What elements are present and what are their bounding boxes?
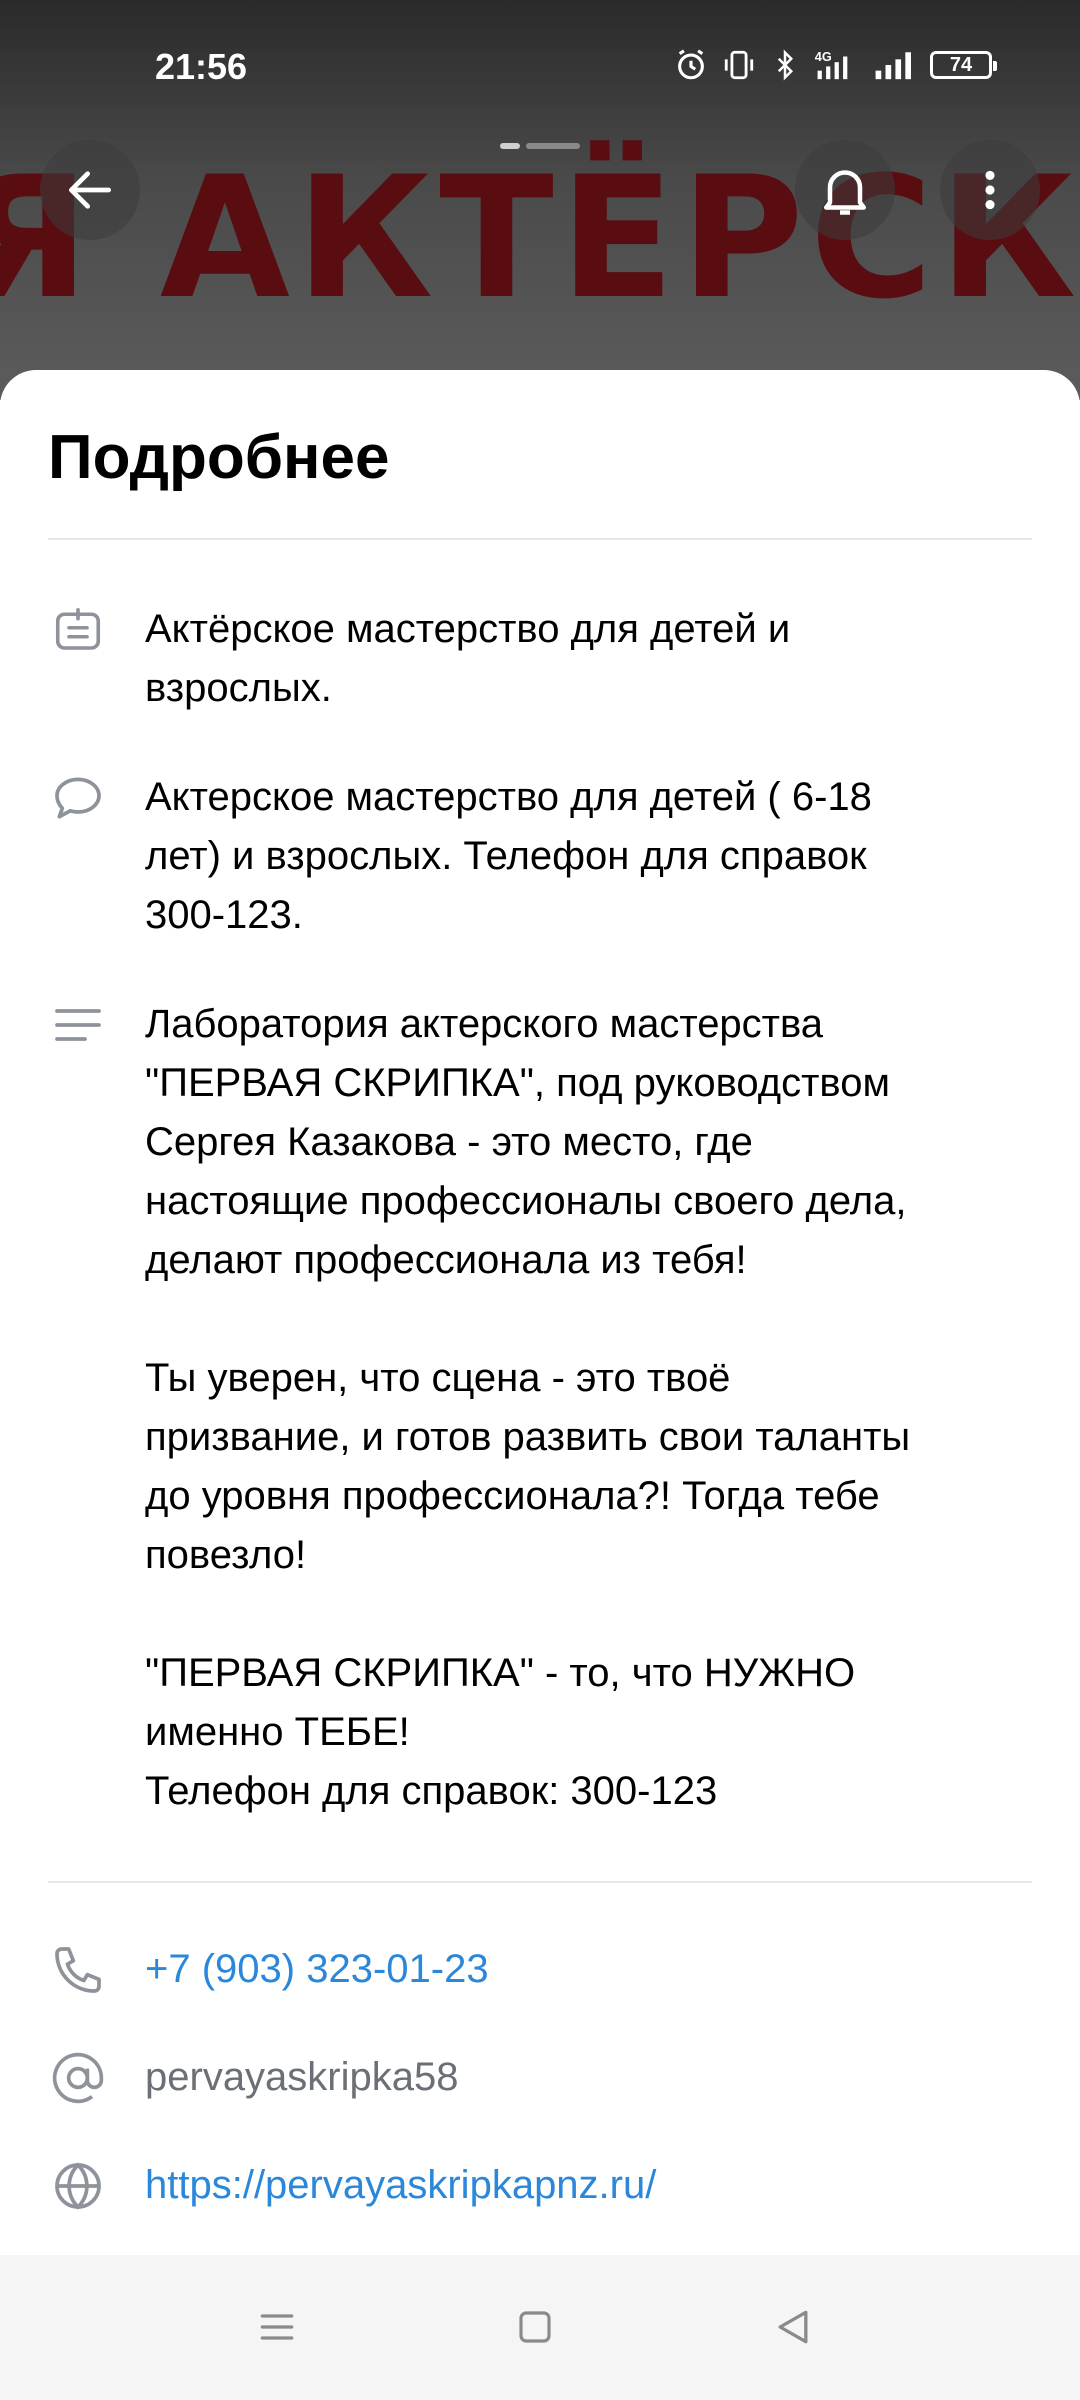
- sheet-title: Подробнее: [48, 423, 390, 492]
- at-sign-icon: [48, 2048, 108, 2108]
- website-link[interactable]: https://pervayaskripkapnz.ru/: [145, 2156, 1045, 2215]
- more-button[interactable]: [940, 140, 1040, 240]
- battery-icon: 74: [930, 51, 997, 79]
- details-sheet: Подробнее Актёрское мастерство для детей…: [0, 370, 1080, 2400]
- home-button[interactable]: [505, 2297, 565, 2357]
- status-bar: 21:56 4G 74: [0, 0, 1080, 130]
- triangle-back-icon: [778, 2310, 808, 2344]
- more-vertical-icon: [985, 170, 995, 210]
- cover-text: Я АКТЁРСКО: [0, 140, 1080, 336]
- signal-icon: [872, 48, 916, 82]
- system-navigation-bar: [0, 2255, 1080, 2400]
- status-icons: 4G 74: [674, 48, 997, 82]
- description-text: Лаборатория актерского мастерства "ПЕРВА…: [145, 1002, 911, 1813]
- divider: [48, 1881, 1032, 1883]
- comment-icon: [48, 768, 108, 828]
- short-description-text: Актёрское мастерство для детей и взрослы…: [145, 607, 791, 710]
- bell-icon: [824, 170, 866, 215]
- svg-text:4G: 4G: [815, 49, 832, 64]
- status-time: 21:56: [155, 46, 248, 87]
- badge-icon: [48, 600, 108, 660]
- phone-icon: [48, 1940, 108, 2000]
- arrow-left-icon: [69, 171, 111, 209]
- username-text[interactable]: pervayaskripka58: [145, 2048, 1045, 2107]
- description-icon: [48, 995, 108, 1055]
- divider: [48, 538, 1032, 540]
- square-icon: [519, 2311, 551, 2343]
- bluetooth-icon: [770, 48, 800, 82]
- phone-link[interactable]: +7 (903) 323-01-23: [145, 1940, 1045, 1999]
- back-button[interactable]: [40, 140, 140, 240]
- status-text: Актерское мастерство для детей ( 6-18 ле…: [145, 775, 872, 937]
- notifications-button[interactable]: [795, 140, 895, 240]
- vibrate-icon: [722, 48, 756, 82]
- alarm-icon: [674, 48, 708, 82]
- globe-icon: [48, 2156, 108, 2216]
- menu-icon: [260, 2314, 294, 2340]
- recent-apps-button[interactable]: [247, 2297, 307, 2357]
- photo-pager: [500, 143, 580, 149]
- back-nav-button[interactable]: [763, 2297, 823, 2357]
- network-signal-icon: 4G: [814, 48, 858, 82]
